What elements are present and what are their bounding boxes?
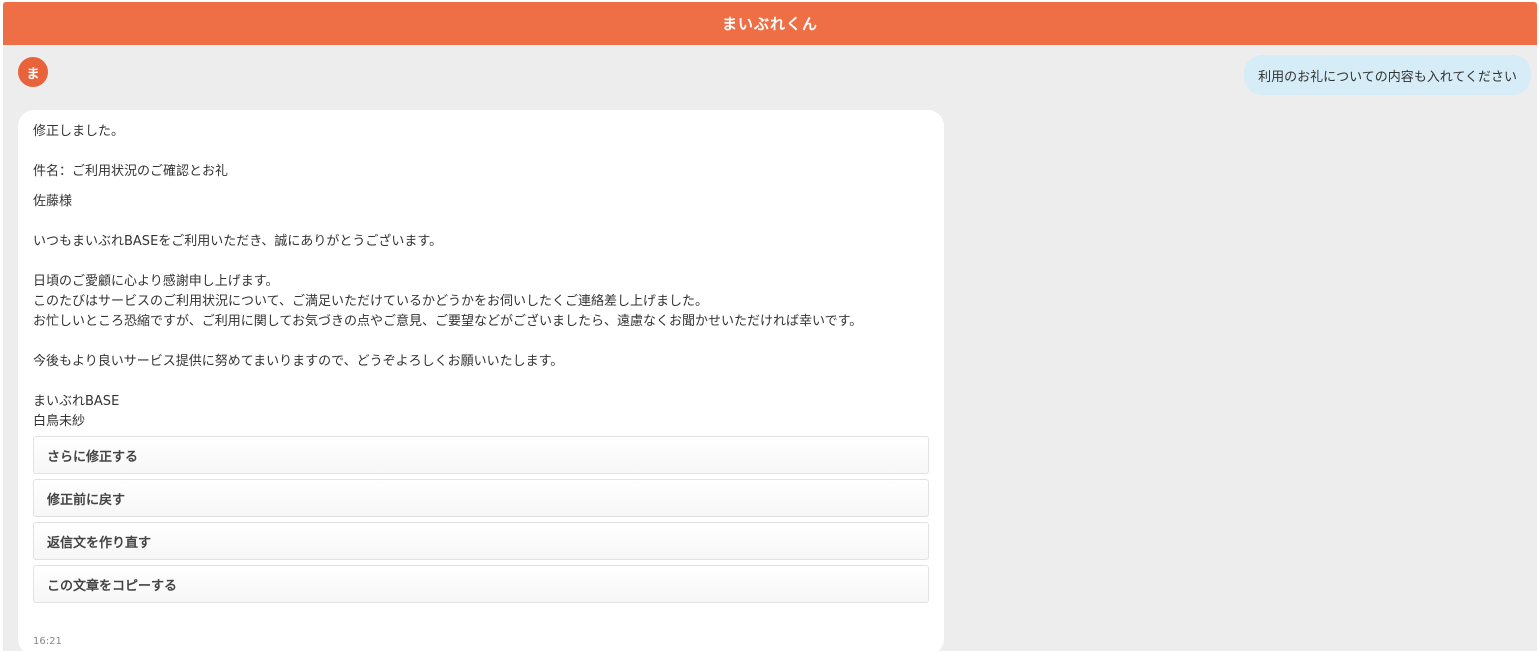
message-line: 修正しました。 (33, 124, 125, 139)
message-line: 今後もより良いサービス提供に努めてまいりますので、どうぞよろしくお願いいたします… (33, 354, 564, 369)
message-timestamp: 16:21 (33, 636, 62, 647)
revise-further-button[interactable]: さらに修正する (33, 436, 929, 474)
user-message-text: 利用のお礼についての内容も入れてください (1258, 69, 1517, 85)
message-subject: 件名：ご利用状況のご確認とお礼 (33, 164, 229, 179)
message-line: このたびはサービスのご利用状況について、ご満足いただけているかどうかをお伺いした… (33, 294, 708, 309)
bot-avatar-initial: ま (26, 66, 40, 82)
message-signature-name: 白鳥未紗 (33, 414, 86, 429)
message-line: お忙しいところ恐縮ですが、ご利用に関してお気づきの点やご意見、ご要望などがござい… (33, 314, 863, 329)
action-buttons: さらに修正する 修正前に戻す 返信文を作り直す この文章をコピーする (33, 436, 929, 603)
copy-text-button[interactable]: この文章をコピーする (33, 565, 929, 603)
chat-window: まいぶれくん ま 利用のお礼についての内容も入れてください 修正しました。 件名… (3, 2, 1537, 651)
message-line: 日頃のご愛顧に心より感謝申し上げます。 (33, 274, 279, 289)
bot-message-bubble: 修正しました。 件名：ご利用状況のご確認とお礼 佐藤様 いつもまいぶれBASEを… (18, 110, 944, 651)
message-line: 佐藤様 (33, 194, 73, 209)
message-signature-company: まいぶれBASE (33, 394, 120, 409)
chat-header: まいぶれくん (3, 2, 1537, 45)
bot-avatar: ま (18, 57, 48, 87)
regenerate-button[interactable]: 返信文を作り直す (33, 522, 929, 560)
message-line: いつもまいぶれBASEをご利用いただき、誠にありがとうございます。 (33, 234, 443, 249)
chat-title: まいぶれくん (721, 15, 818, 33)
revert-button[interactable]: 修正前に戻す (33, 479, 929, 517)
user-message-bubble: 利用のお礼についての内容も入れてください (1244, 55, 1531, 95)
